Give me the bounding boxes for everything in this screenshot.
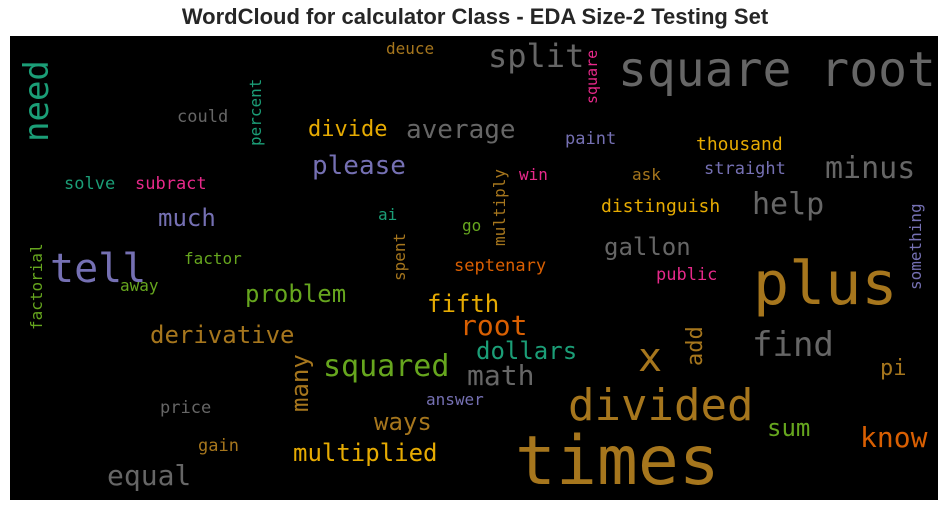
word-factor: factor	[184, 249, 242, 268]
word-need: need	[17, 60, 57, 142]
word-ai: ai	[378, 205, 398, 224]
word-pi: pi	[880, 356, 907, 381]
word-squared: squared	[323, 349, 450, 384]
word-win: win	[519, 165, 548, 184]
word-dollars: dollars	[476, 337, 578, 365]
word-subract: subract	[135, 174, 207, 194]
word-spent: spent	[390, 232, 409, 281]
word-divide: divide	[308, 117, 388, 142]
word-math: math	[467, 359, 535, 392]
word-equal: equal	[107, 459, 192, 492]
word-paint: paint	[565, 129, 617, 149]
word-price: price	[160, 398, 212, 418]
word-straight: straight	[704, 159, 786, 179]
word-square: square	[583, 49, 601, 104]
word-something: something	[906, 203, 925, 290]
word-could: could	[177, 107, 229, 127]
word-away: away	[120, 276, 159, 295]
word-deuce: deuce	[386, 39, 435, 58]
chart-title: WordCloud for calculator Class - EDA Siz…	[181, 4, 769, 29]
word-many: many	[286, 354, 314, 412]
word-derivative: derivative	[150, 321, 295, 349]
word-multiplied: multiplied	[293, 439, 438, 467]
word-solve: solve	[64, 174, 116, 194]
word-sum: sum	[767, 414, 811, 442]
word-gain: gain	[198, 436, 239, 456]
word-go: go	[462, 216, 482, 235]
word-plus: plus	[753, 249, 898, 319]
word-help: help	[752, 187, 825, 222]
word-septenary: septenary	[454, 256, 547, 276]
word-gallon: gallon	[604, 233, 691, 261]
word-ways: ways	[374, 408, 432, 436]
word-split: split	[488, 37, 585, 75]
word-problem: problem	[245, 280, 347, 308]
word-ask: ask	[632, 165, 661, 184]
word-know: know	[860, 421, 928, 454]
word-add: add	[683, 326, 708, 366]
word-find: find	[752, 325, 834, 365]
word-distinguish: distinguish	[601, 196, 721, 217]
word-fifth: fifth	[427, 290, 500, 318]
word-times: times	[515, 422, 720, 500]
word-thousand: thousand	[696, 134, 783, 155]
word-public: public	[656, 265, 718, 285]
word-minus: minus	[825, 151, 916, 186]
word-please: please	[312, 151, 406, 181]
word-multiply: multiply	[490, 168, 509, 246]
word-answer: answer	[426, 390, 484, 409]
wordcloud-canvas: times square root plus divided tell x need find…	[10, 36, 938, 500]
word-much: much	[158, 204, 216, 232]
word-divided: divided	[568, 380, 754, 431]
word-percent: percent	[246, 78, 265, 146]
word-factorial: factorial	[27, 243, 46, 330]
word-average: average	[406, 115, 516, 145]
word-x: x	[638, 335, 663, 381]
word-square-root: square root	[618, 42, 936, 98]
